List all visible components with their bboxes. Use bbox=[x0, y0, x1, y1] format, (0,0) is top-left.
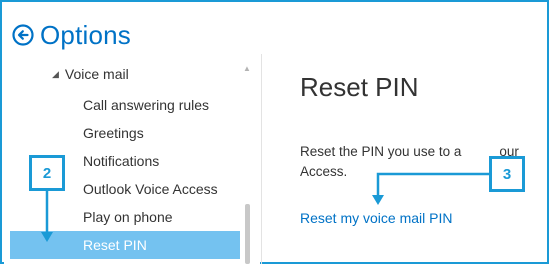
nav-item-play-on-phone[interactable]: Play on phone bbox=[4, 203, 240, 231]
nav-item-label: Outlook Voice Access bbox=[83, 181, 218, 197]
callout-2: 2 bbox=[29, 155, 65, 191]
nav-group-label: Voice mail bbox=[64, 66, 129, 82]
nav-item-reset-pin[interactable]: Reset PIN bbox=[10, 231, 240, 259]
callout-3-arrowhead-icon bbox=[372, 195, 384, 205]
callout-2-number: 2 bbox=[42, 164, 52, 182]
page-title: Reset PIN bbox=[300, 72, 419, 102]
scroll-thumb[interactable] bbox=[245, 204, 250, 264]
nav-item-label: Greetings bbox=[83, 125, 144, 141]
expand-triangle-icon: ◢ bbox=[52, 68, 59, 79]
nav-item-label: Notifications bbox=[83, 153, 160, 169]
nav-item-label: Call answering rules bbox=[83, 97, 210, 113]
nav-item-call-answering-rules[interactable]: Call answering rules bbox=[4, 91, 240, 119]
reset-pin-content: Reset PIN Reset the PIN you use to a our … bbox=[300, 70, 548, 226]
nav-group-voice-mail[interactable]: ◢ Voice mail bbox=[52, 66, 129, 82]
description-line-1: Reset the PIN you use to a bbox=[300, 144, 462, 159]
description-line-2: Access. bbox=[300, 164, 348, 179]
nav-item-greetings[interactable]: Greetings bbox=[4, 119, 240, 147]
callout-3: 3 bbox=[489, 156, 525, 192]
nav-item-label: Reset PIN bbox=[83, 237, 147, 253]
options-header: Options bbox=[12, 18, 131, 52]
options-window: Options ◢ Voice mail Call answering rule… bbox=[0, 0, 549, 264]
nav-item-label: Play on phone bbox=[83, 209, 173, 225]
scroll-up-icon[interactable]: ▲ bbox=[242, 64, 252, 74]
pane-divider bbox=[261, 54, 262, 264]
reset-voice-mail-pin-link[interactable]: Reset my voice mail PIN bbox=[300, 210, 452, 226]
options-title: Options bbox=[40, 19, 132, 50]
callout-3-number: 3 bbox=[502, 165, 512, 183]
nav-scrollbar[interactable]: ▲ bbox=[242, 64, 252, 264]
back-arrow-circle-icon[interactable] bbox=[12, 24, 34, 46]
